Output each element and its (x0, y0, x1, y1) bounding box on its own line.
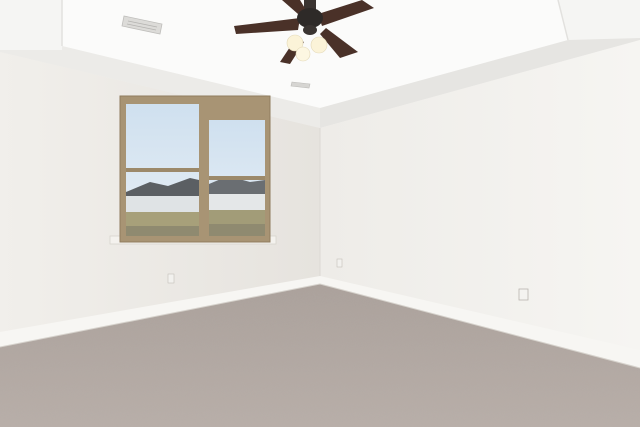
fan-light (310, 36, 328, 54)
room-photo (0, 0, 640, 427)
room-scene (0, 0, 640, 427)
outlet-icon (518, 288, 529, 301)
outlet-icon (336, 258, 343, 268)
outlet-icon (167, 273, 175, 284)
fan-light (295, 46, 311, 62)
window (109, 95, 277, 245)
